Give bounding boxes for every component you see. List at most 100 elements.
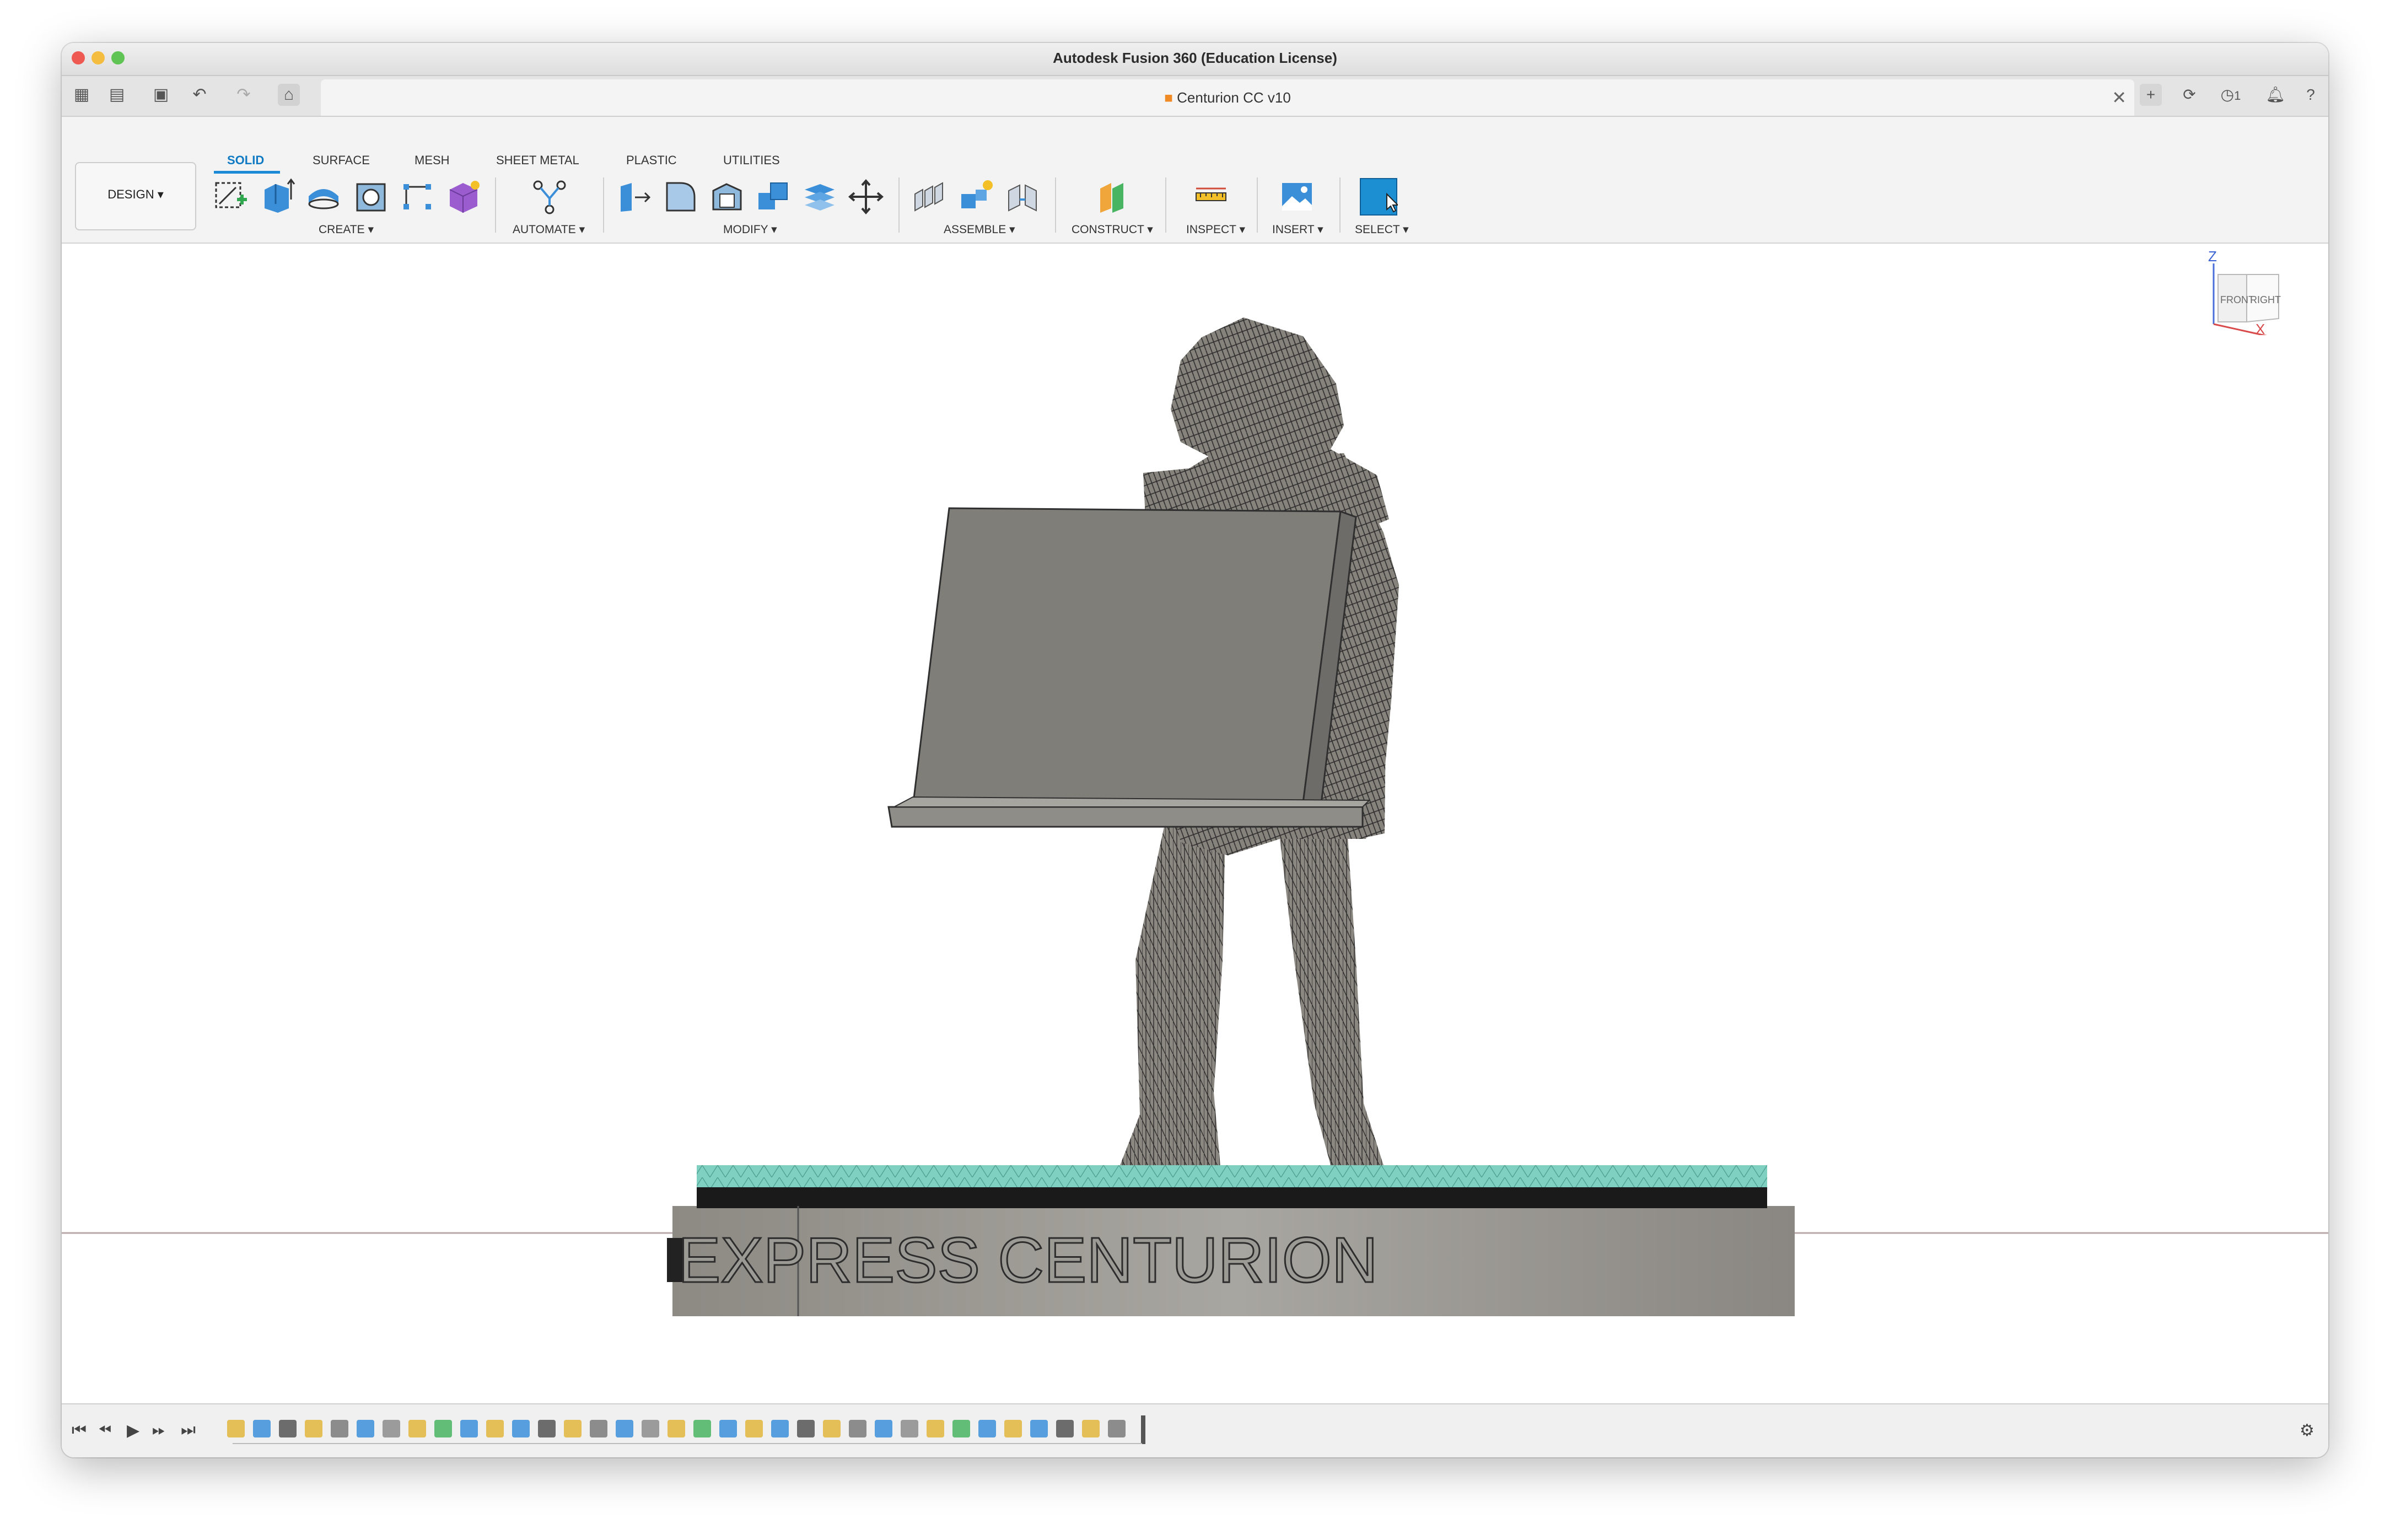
viewcube[interactable]: Z X FRONT RIGHT [2200, 241, 2294, 335]
timeline-feature-icon[interactable] [279, 1420, 297, 1437]
tab-solid[interactable]: SOLID [227, 153, 264, 168]
timeline-marker[interactable] [1141, 1415, 1145, 1444]
timeline-feature-icon[interactable] [408, 1420, 426, 1437]
timeline-feature-icon[interactable] [875, 1420, 892, 1437]
timeline-feature-icon[interactable] [668, 1420, 685, 1437]
timeline-feature-icon[interactable] [1082, 1420, 1100, 1437]
revolve-icon[interactable] [304, 177, 343, 216]
construct-group-label[interactable]: CONSTRUCT ▾ [1072, 223, 1153, 236]
automate-group-label[interactable]: AUTOMATE ▾ [513, 223, 585, 236]
new-tab-icon[interactable]: + [2140, 84, 2162, 106]
timeline-feature-icon[interactable] [538, 1420, 556, 1437]
measure-icon[interactable] [1192, 177, 1230, 216]
extrude-icon[interactable] [258, 177, 297, 216]
create-form-icon[interactable] [444, 177, 483, 216]
automate-icon[interactable] [530, 177, 569, 216]
timeline-feature-icon[interactable] [253, 1420, 271, 1437]
sign-board-face[interactable] [912, 507, 1342, 812]
as-built-joint-icon[interactable] [1003, 177, 1042, 216]
tab-plastic[interactable]: PLASTIC [626, 153, 677, 168]
modify-group-label[interactable]: MODIFY ▾ [723, 223, 777, 236]
timeline-settings-gear-icon[interactable]: ⚙︎ [2300, 1421, 2314, 1440]
timeline-feature-icon[interactable] [797, 1420, 815, 1437]
base-teal-top[interactable] [697, 1165, 1767, 1187]
figure-right-leg[interactable] [1277, 811, 1384, 1165]
timeline-feature-icon[interactable] [357, 1420, 374, 1437]
offset-plane-icon[interactable] [1092, 177, 1131, 216]
timeline-feature-icon[interactable] [616, 1420, 633, 1437]
tab-surface[interactable]: SURFACE [313, 153, 370, 168]
select-group-label[interactable]: SELECT ▾ [1355, 223, 1409, 236]
create-sketch-icon[interactable] [212, 177, 250, 216]
notification-bell-icon[interactable]: 🔔︎ [2264, 84, 2286, 106]
timeline-feature-icon[interactable] [927, 1420, 944, 1437]
step-forward-icon[interactable]: ⏩︎ [152, 1421, 165, 1440]
extensions-icon[interactable]: ⟳ [2178, 84, 2200, 106]
shell-icon[interactable] [708, 177, 746, 216]
assemble-group-label[interactable]: ASSEMBLE ▾ [944, 223, 1015, 236]
fillet-icon[interactable] [661, 177, 700, 216]
offset-face-icon[interactable] [800, 177, 839, 216]
home-icon[interactable]: ⌂ [278, 84, 300, 106]
redo-icon[interactable]: ↷ [233, 84, 255, 106]
tab-utilities[interactable]: UTILITIES [723, 153, 780, 168]
timeline-feature-icon[interactable] [693, 1420, 711, 1437]
inspect-group-label[interactable]: INSPECT ▾ [1186, 223, 1245, 236]
insert-image-icon[interactable] [1278, 177, 1316, 216]
timeline-feature-icon[interactable] [642, 1420, 659, 1437]
timeline-feature-icon[interactable] [952, 1420, 970, 1437]
timeline-feature-icon[interactable] [590, 1420, 607, 1437]
go-to-start-icon[interactable]: ⏮︎ [72, 1421, 87, 1440]
press-pull-icon[interactable] [615, 177, 654, 216]
close-tab-icon[interactable]: ✕ [2112, 87, 2127, 108]
select-tool-icon[interactable] [1359, 177, 1398, 216]
new-component-icon[interactable] [911, 177, 949, 216]
timeline-feature-icon[interactable] [512, 1420, 530, 1437]
timeline-feature-icon[interactable] [460, 1420, 478, 1437]
help-icon[interactable]: ? [2300, 84, 2322, 106]
timeline-feature-icon[interactable] [1108, 1420, 1126, 1437]
create-group-label[interactable]: CREATE ▾ [319, 223, 374, 236]
timeline-feature-icon[interactable] [383, 1420, 400, 1437]
document-tab[interactable]: ■ Centurion CC v10 ✕ [321, 79, 2134, 116]
timeline-feature-icon[interactable] [1004, 1420, 1022, 1437]
undo-icon[interactable]: ↶ [189, 84, 211, 106]
timeline-feature-icon[interactable] [1030, 1420, 1048, 1437]
pattern-icon[interactable] [398, 177, 437, 216]
timeline-feature-icon[interactable] [227, 1420, 245, 1437]
timeline-feature-icon[interactable] [1056, 1420, 1074, 1437]
save-icon[interactable]: ▣ [150, 84, 172, 106]
timeline-feature-icon[interactable] [901, 1420, 918, 1437]
canvas-viewport[interactable]: EXPRESS CENTURION Z X FRONT RIGHT [62, 244, 2328, 1445]
timeline-feature-icon[interactable] [434, 1420, 452, 1437]
figure-head[interactable] [1171, 317, 1344, 457]
job-status-icon[interactable]: ◷1 [2211, 84, 2250, 106]
timeline-feature-icon[interactable] [978, 1420, 996, 1437]
move-copy-icon[interactable] [847, 177, 885, 216]
tab-mesh[interactable]: MESH [415, 153, 450, 168]
insert-group-label[interactable]: INSERT ▾ [1272, 223, 1323, 236]
timeline-feature-icon[interactable] [331, 1420, 348, 1437]
model-scene[interactable]: EXPRESS CENTURION [62, 244, 2328, 1445]
timeline-feature-icon[interactable] [719, 1420, 737, 1437]
workspace-switcher[interactable]: DESIGN ▾ [75, 162, 196, 230]
tab-sheet-metal[interactable]: SHEET METAL [496, 153, 579, 168]
play-icon[interactable]: ▶ [127, 1421, 139, 1440]
joint-icon[interactable] [957, 177, 995, 216]
timeline-feature-icon[interactable] [305, 1420, 322, 1437]
active-tab-indicator [214, 171, 280, 174]
step-back-icon[interactable]: ⏪︎ [98, 1421, 111, 1440]
data-panel-grid-icon[interactable]: ▦ [71, 84, 93, 106]
figure-left-leg[interactable] [1120, 811, 1226, 1165]
sign-ledge[interactable] [887, 806, 1364, 828]
timeline-feature-icon[interactable] [745, 1420, 763, 1437]
hole-icon[interactable] [352, 177, 390, 216]
timeline-feature-icon[interactable] [849, 1420, 866, 1437]
timeline-feature-icon[interactable] [771, 1420, 789, 1437]
file-menu-icon[interactable]: ▤ [106, 84, 128, 106]
timeline-feature-icon[interactable] [564, 1420, 582, 1437]
go-to-end-icon[interactable]: ⏭︎ [181, 1421, 196, 1440]
combine-icon[interactable] [754, 177, 793, 216]
timeline-feature-icon[interactable] [823, 1420, 841, 1437]
timeline-feature-icon[interactable] [486, 1420, 504, 1437]
